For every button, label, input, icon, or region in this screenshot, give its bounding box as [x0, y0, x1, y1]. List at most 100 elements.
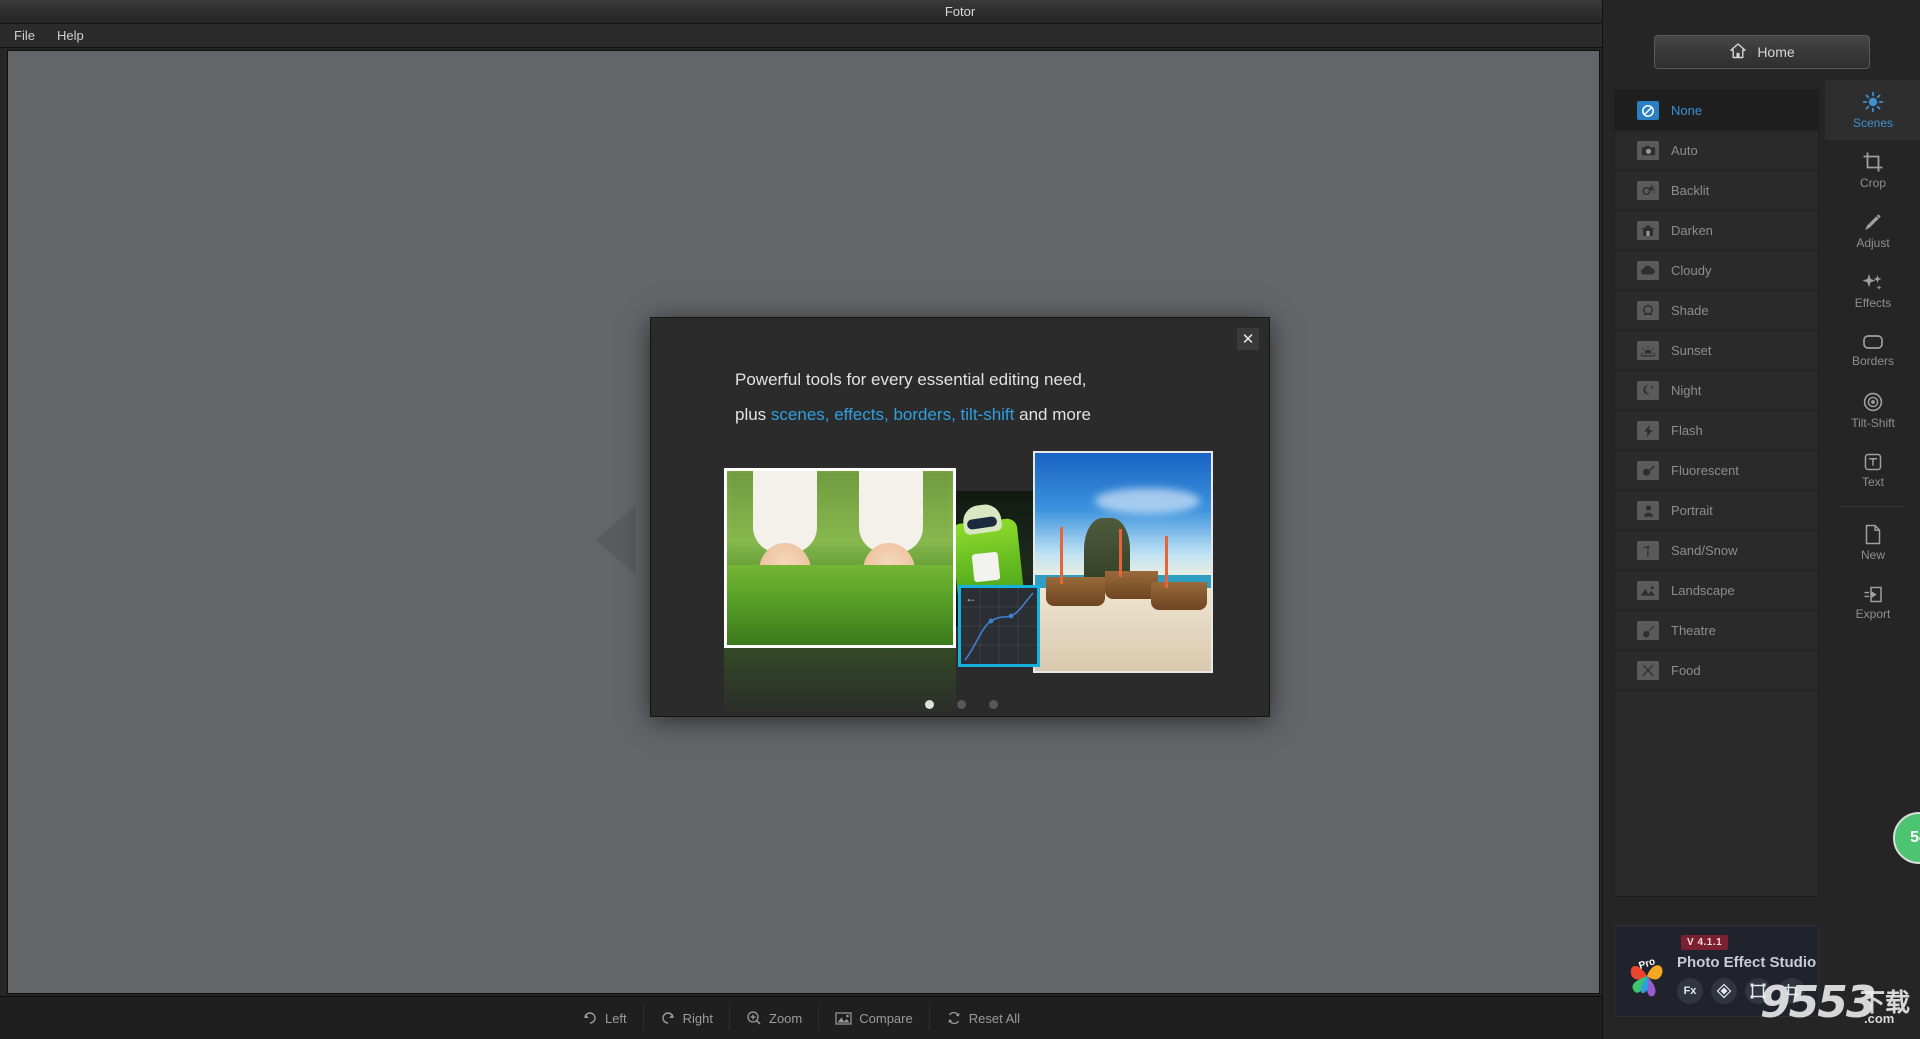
camera-icon — [1637, 141, 1659, 160]
modal-line2-accent: scenes, effects, borders, tilt-shift — [770, 405, 1015, 424]
tool-crop[interactable]: Crop — [1825, 140, 1920, 200]
tool-scenes[interactable]: Scenes — [1825, 80, 1920, 140]
palm-tree-icon — [1637, 541, 1659, 560]
rotate-right-button[interactable]: Right — [644, 1005, 731, 1031]
rotate-left-label: Left — [604, 1010, 627, 1026]
pencil-icon — [1862, 211, 1884, 233]
scene-item-auto[interactable]: Auto — [1615, 131, 1818, 171]
modal-line2-suffix: and more — [1014, 405, 1091, 424]
fx-icon[interactable]: Fx — [1677, 978, 1703, 1004]
rounded-rect-icon — [1862, 333, 1884, 351]
moon-star-icon — [1637, 381, 1659, 400]
tool-borders[interactable]: Borders — [1825, 320, 1920, 380]
promo-icon-row: Fx — [1677, 978, 1805, 1004]
scene-label: Backlit — [1671, 183, 1710, 198]
tone-curve-graph — [961, 588, 1037, 664]
menu-item-help[interactable]: Help — [57, 28, 84, 43]
home-zone: Home — [1603, 24, 1920, 80]
scene-label: None — [1671, 103, 1703, 118]
reset-all-button[interactable]: Reset All — [930, 1005, 1036, 1031]
diamond-icon[interactable] — [1711, 978, 1737, 1004]
export-arrow-icon — [1863, 585, 1884, 604]
version-badge: V 4.1.1 — [1681, 935, 1729, 950]
scene-label: Fluorescent — [1671, 463, 1739, 478]
promo-banner[interactable]: Pro V 4.1.1 Photo Effect Studio Fx — [1614, 925, 1819, 1017]
frame-icon[interactable] — [1745, 978, 1771, 1004]
scenes-list[interactable]: None Auto Backlit Darken Cloudy Shade Su… — [1614, 90, 1819, 897]
crop-small-icon[interactable] — [1779, 978, 1805, 1004]
modal-line2-prefix: plus — [735, 405, 771, 424]
tool-export[interactable]: Export — [1825, 573, 1920, 633]
tool-new[interactable]: New — [1825, 513, 1920, 573]
page-icon — [1864, 524, 1882, 545]
scene-item-flash[interactable]: Flash — [1615, 411, 1818, 451]
sparkles-icon — [1862, 271, 1884, 293]
sunset-icon — [1637, 341, 1659, 360]
shade-icon — [1637, 301, 1659, 320]
cutlery-icon — [1637, 661, 1659, 680]
modal-headline-2: plus scenes, effects, borders, tilt-shif… — [735, 405, 1091, 425]
tool-label: Tilt-Shift — [1851, 415, 1895, 430]
scene-item-fluorescent[interactable]: Fluorescent — [1615, 451, 1818, 491]
home-label: Home — [1757, 44, 1795, 60]
scene-item-sunset[interactable]: Sunset — [1615, 331, 1818, 371]
menu-item-file[interactable]: File — [14, 28, 35, 43]
photo-reflection — [724, 648, 956, 718]
bottom-toolbar-group: Left Right Zoom Compare Reset All — [566, 1005, 1036, 1031]
tool-tilt-shift[interactable]: Tilt-Shift — [1825, 380, 1920, 440]
scene-item-sand-snow[interactable]: Sand/Snow — [1615, 531, 1818, 571]
carousel-stage: ← — [651, 443, 1271, 718]
promo-inner: Pro V 4.1.1 Photo Effect Studio Fx — [1615, 926, 1818, 1016]
carousel-dot-2[interactable] — [956, 700, 966, 709]
magnifier-plus-icon — [746, 1010, 762, 1026]
target-icon — [1862, 391, 1884, 413]
scene-item-food[interactable]: Food — [1615, 651, 1818, 691]
carousel-prev-arrow[interactable] — [596, 505, 636, 575]
carousel-dot-3[interactable] — [988, 700, 998, 709]
scene-label: Landscape — [1671, 583, 1735, 598]
scene-label: Food — [1671, 663, 1701, 678]
scene-item-landscape[interactable]: Landscape — [1615, 571, 1818, 611]
lightning-icon — [1637, 421, 1659, 440]
scene-item-shade[interactable]: Shade — [1615, 291, 1818, 331]
reset-circular-icon — [946, 1010, 962, 1026]
tool-adjust[interactable]: Adjust — [1825, 200, 1920, 260]
bottom-toolbar: Left Right Zoom Compare Reset All — [0, 996, 1602, 1039]
compare-button[interactable]: Compare — [819, 1005, 930, 1031]
tool-label: Effects — [1854, 295, 1892, 310]
tool-effects[interactable]: Effects — [1825, 260, 1920, 320]
tool-divider — [1841, 506, 1905, 507]
tool-label: Borders — [1851, 353, 1895, 368]
cloud-icon — [1637, 261, 1659, 280]
zoom-button[interactable]: Zoom — [730, 1005, 820, 1031]
tool-label: Export — [1855, 607, 1891, 621]
curves-adjust-panel: ← — [958, 585, 1040, 667]
menu-bar: File Help — [0, 24, 1602, 48]
home-button[interactable]: Home — [1654, 35, 1870, 69]
scene-label: Theatre — [1671, 623, 1716, 638]
scene-item-darken[interactable]: Darken — [1615, 211, 1818, 251]
scene-item-theatre[interactable]: Theatre — [1615, 611, 1818, 651]
scene-item-none[interactable]: None — [1615, 91, 1818, 131]
scene-label: Sunset — [1671, 343, 1712, 358]
guitar-icon — [1637, 621, 1659, 640]
tool-rail: Scenes Crop Adjust Effects Borders Tilt-… — [1825, 80, 1920, 621]
rotate-left-button[interactable]: Left — [566, 1005, 644, 1031]
compare-label: Compare — [859, 1010, 913, 1026]
scene-label: Auto — [1671, 143, 1698, 158]
scene-label: Shade — [1671, 303, 1709, 318]
scene-item-night[interactable]: Night — [1615, 371, 1818, 411]
reset-all-label: Reset All — [968, 1010, 1021, 1026]
zoom-label: Zoom — [769, 1010, 803, 1026]
home-icon — [1729, 42, 1747, 63]
tool-text[interactable]: Text — [1825, 440, 1920, 500]
sun-icon — [1862, 91, 1884, 113]
scene-item-cloudy[interactable]: Cloudy — [1615, 251, 1818, 291]
scene-item-backlit[interactable]: Backlit — [1615, 171, 1818, 211]
tool-label: New — [1860, 548, 1885, 562]
tool-label: Scenes — [1852, 115, 1894, 130]
tool-label: Text — [1861, 474, 1884, 489]
rotate-right-label: Right — [682, 1010, 714, 1026]
close-icon[interactable]: ✕ — [1237, 328, 1259, 350]
scene-item-portrait[interactable]: Portrait — [1615, 491, 1818, 531]
